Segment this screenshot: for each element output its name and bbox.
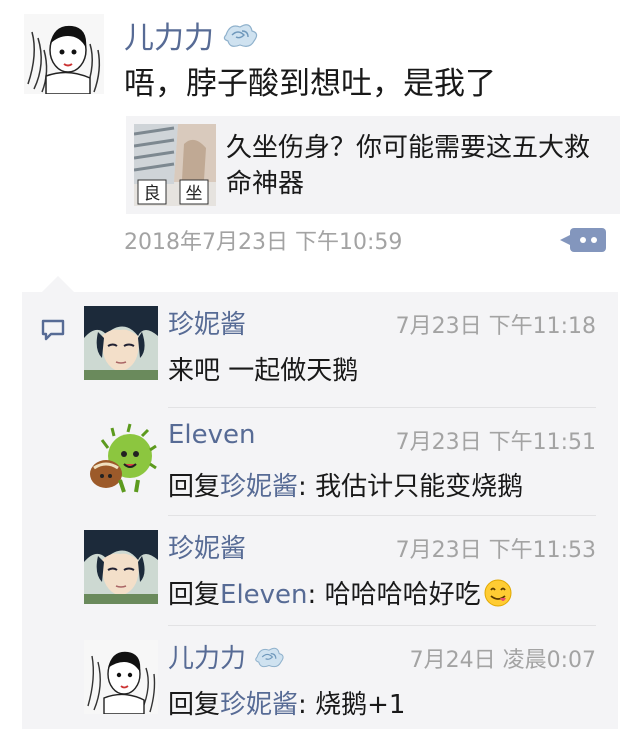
post-timestamp: 2018年7月23日 下午10:59 xyxy=(124,230,403,255)
comment-item[interactable]: 珍妮酱 7月23日 下午11:53 回复Eleven: 哈哈哈哈好吃 xyxy=(22,516,618,626)
comment-body: 烧鹅+1 xyxy=(315,690,406,720)
post-author-avatar[interactable] xyxy=(24,14,104,94)
reply-prefix: 回复 xyxy=(168,472,221,502)
comment-body: 哈哈哈哈好吃 xyxy=(324,580,481,610)
comment-text: 回复珍妮酱: 我估计只能变烧鹅 xyxy=(168,466,523,503)
commenter-name[interactable]: 珍妮酱 xyxy=(168,528,246,565)
commenter-name[interactable]: Eleven xyxy=(168,420,256,450)
shared-article-card[interactable]: 良 坐 久坐伤身？你可能需要这五大救命神器 xyxy=(126,116,620,214)
post-text: 唔，脖子酸到想吐，是我了 xyxy=(124,66,496,102)
commenter-name[interactable]: 珍妮酱 xyxy=(168,304,246,341)
comments-panel: 珍妮酱 7月23日 下午11:18 来吧 一起做天鹅 Eleven 7月23日 … xyxy=(22,276,618,729)
commenter-avatar[interactable] xyxy=(84,640,158,714)
comment-body: 我估计只能变烧鹅 xyxy=(315,472,524,502)
comment-timestamp: 7月23日 下午11:51 xyxy=(395,430,596,455)
comment-timestamp: 7月23日 下午11:18 xyxy=(395,314,596,339)
commenter-avatar[interactable] xyxy=(84,422,158,496)
moments-post-page: 儿力力 唔，脖子酸到想吐，是我了 良 坐 久坐伤身？你可能需要这五大救命神器 2… xyxy=(0,0,640,729)
comment-item[interactable]: 儿力力 7月24日 凌晨0:07 回复珍妮酱: 烧鹅+1 xyxy=(22,626,618,729)
reply-target-name[interactable]: 珍妮酱 xyxy=(220,472,298,502)
reply-target-name[interactable]: 珍妮酱 xyxy=(220,690,298,720)
shared-article-title: 久坐伤身？你可能需要这五大救命神器 xyxy=(226,133,591,199)
swirl-emoji-icon xyxy=(252,643,286,671)
commenter-name[interactable]: 儿力力 xyxy=(168,638,286,675)
yum-face-emoji-icon xyxy=(483,578,513,608)
commenter-avatar[interactable] xyxy=(84,306,158,380)
swirl-emoji-icon xyxy=(220,19,260,51)
commenter-name-text: 儿力力 xyxy=(168,644,247,674)
more-dots-icon xyxy=(579,237,586,243)
reply-separator: : xyxy=(298,690,316,720)
post-author-name[interactable]: 儿力力 xyxy=(124,14,260,56)
comment-text: 回复Eleven: 哈哈哈哈好吃 xyxy=(168,574,513,611)
thumb-char-2: 坐 xyxy=(186,184,203,204)
reply-prefix: 回复 xyxy=(168,690,221,720)
comment-timestamp: 7月24日 凌晨0:07 xyxy=(409,648,596,673)
reply-separator: : xyxy=(307,580,325,610)
comment-item[interactable]: 珍妮酱 7月23日 下午11:18 来吧 一起做天鹅 xyxy=(22,292,618,408)
comment-item[interactable]: Eleven 7月23日 下午11:51 回复珍妮酱: 我估计只能变烧鹅 xyxy=(22,408,618,516)
post-author-name-text: 儿力力 xyxy=(124,21,214,56)
shared-article-thumbnail: 良 坐 xyxy=(134,124,216,206)
comment-text: 回复珍妮酱: 烧鹅+1 xyxy=(168,684,405,721)
reply-separator: : xyxy=(298,472,316,502)
reply-target-name[interactable]: Eleven xyxy=(220,580,308,610)
reply-prefix: 回复 xyxy=(168,580,221,610)
comment-text: 来吧 一起做天鹅 xyxy=(168,350,358,387)
comment-body: 来吧 一起做天鹅 xyxy=(168,356,359,386)
comment-timestamp: 7月23日 下午11:53 xyxy=(395,538,596,563)
more-dots-icon xyxy=(590,237,597,243)
more-actions-button[interactable] xyxy=(560,228,606,252)
commenter-avatar[interactable] xyxy=(84,530,158,604)
thumb-char-1: 良 xyxy=(144,184,161,204)
